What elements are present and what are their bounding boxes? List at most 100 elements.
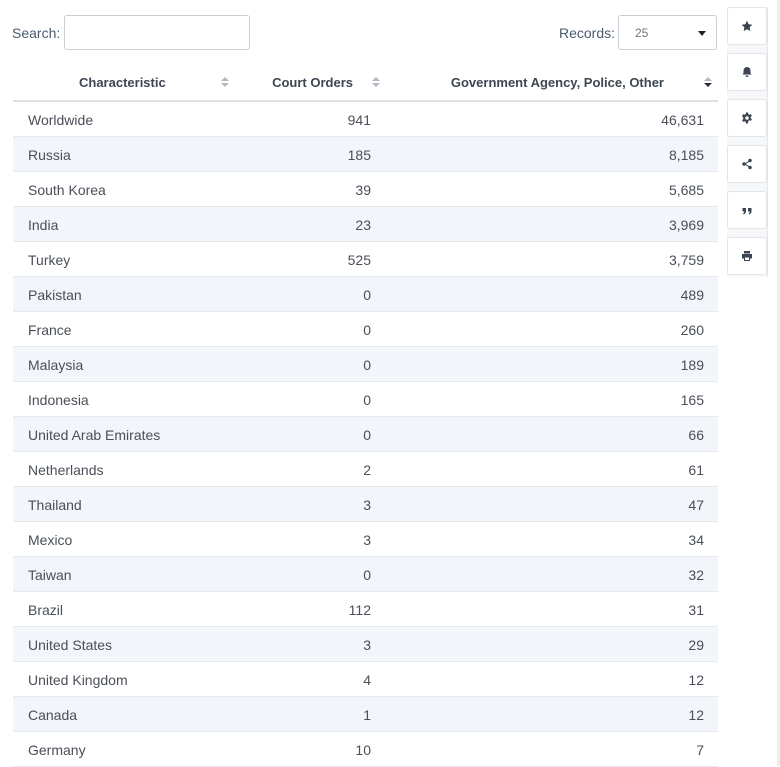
header-court-orders[interactable]: Court Orders xyxy=(272,75,353,90)
share-icon xyxy=(742,158,752,170)
search-label: Search: xyxy=(12,25,61,41)
cell-court-orders: 1 xyxy=(363,707,371,723)
table-row: Canada 1 12 xyxy=(13,697,718,732)
caret-down-icon xyxy=(698,31,706,36)
cell-characteristic: Turkey xyxy=(28,252,71,268)
cell-characteristic: Pakistan xyxy=(28,287,82,303)
cell-court-orders: 0 xyxy=(363,392,371,408)
cell-characteristic: Germany xyxy=(28,742,86,758)
sort-icon[interactable] xyxy=(221,77,229,88)
cell-court-orders: 0 xyxy=(363,322,371,338)
table-header: Characteristic Court Orders Government A… xyxy=(13,66,718,102)
cell-government-agency: 66 xyxy=(688,427,704,443)
table-body: Worldwide 941 46,631 Russia 185 8,185 South Ko… xyxy=(13,102,718,767)
cell-characteristic: Malaysia xyxy=(28,357,84,373)
cell-characteristic: Russia xyxy=(28,147,71,163)
cell-court-orders: 0 xyxy=(363,287,371,303)
cell-government-agency: 34 xyxy=(688,532,704,548)
cell-court-orders: 0 xyxy=(363,567,371,583)
cell-court-orders: 23 xyxy=(355,217,371,233)
cell-government-agency: 46,631 xyxy=(661,112,704,128)
cell-government-agency: 31 xyxy=(688,602,704,618)
cell-characteristic: Worldwide xyxy=(28,112,94,128)
cell-court-orders: 3 xyxy=(363,497,371,513)
table-row: United Arab Emirates 0 66 xyxy=(13,417,718,452)
share-button[interactable] xyxy=(727,145,767,183)
cell-court-orders: 0 xyxy=(363,427,371,443)
records-select[interactable]: 25 xyxy=(618,15,717,50)
settings-button[interactable] xyxy=(727,99,767,137)
cell-court-orders: 10 xyxy=(355,742,371,758)
cell-court-orders: 2 xyxy=(363,462,371,478)
records-value: 25 xyxy=(635,26,649,40)
gear-icon xyxy=(742,112,752,124)
cell-government-agency: 260 xyxy=(680,322,704,338)
table-row: Pakistan 0 489 xyxy=(13,277,718,312)
cell-court-orders: 3 xyxy=(363,637,371,653)
cell-government-agency: 7 xyxy=(696,742,704,758)
table-row: France 0 260 xyxy=(13,312,718,347)
cell-characteristic: India xyxy=(28,217,59,233)
cell-characteristic: Thailand xyxy=(28,497,82,513)
sort-icon[interactable] xyxy=(372,77,380,88)
cell-court-orders: 525 xyxy=(347,252,371,268)
data-table: Characteristic Court Orders Government A… xyxy=(13,66,718,767)
cell-characteristic: Brazil xyxy=(28,602,64,618)
cell-government-agency: 3,969 xyxy=(668,217,704,233)
table-row: Taiwan 0 32 xyxy=(13,557,718,592)
cell-court-orders: 3 xyxy=(363,532,371,548)
cell-characteristic: France xyxy=(28,322,72,338)
star-icon xyxy=(741,20,753,31)
cell-characteristic: Indonesia xyxy=(28,392,89,408)
table-row: Thailand 3 47 xyxy=(13,487,718,522)
cell-characteristic: Canada xyxy=(28,707,78,723)
cell-characteristic: Taiwan xyxy=(28,567,72,583)
table-row: United Kingdom 4 12 xyxy=(13,662,718,697)
table-row: Netherlands 2 61 xyxy=(13,452,718,487)
cell-government-agency: 61 xyxy=(688,462,704,478)
table-row: India 23 3,969 xyxy=(13,207,718,242)
table-row: Germany 10 7 xyxy=(13,732,718,767)
cell-characteristic: Mexico xyxy=(28,532,73,548)
table-row: Russia 185 8,185 xyxy=(13,137,718,172)
bell-icon xyxy=(742,67,752,77)
cell-court-orders: 4 xyxy=(363,672,371,688)
cite-button[interactable] xyxy=(727,191,767,229)
cell-characteristic: United States xyxy=(28,637,113,653)
table-row: Turkey 525 3,759 xyxy=(13,242,718,277)
cell-government-agency: 12 xyxy=(688,672,704,688)
table-row: Mexico 3 34 xyxy=(13,522,718,557)
notification-button[interactable] xyxy=(727,53,767,91)
cell-government-agency: 5,685 xyxy=(668,182,704,198)
cell-government-agency: 29 xyxy=(688,637,704,653)
table-row: United States 3 29 xyxy=(13,627,718,662)
cell-court-orders: 941 xyxy=(347,112,371,128)
cell-court-orders: 0 xyxy=(363,357,371,373)
header-government-agency[interactable]: Government Agency, Police, Other xyxy=(451,75,664,90)
records-label: Records: xyxy=(559,25,616,41)
cell-court-orders: 39 xyxy=(355,182,371,198)
cell-government-agency: 3,759 xyxy=(668,252,704,268)
cell-government-agency: 12 xyxy=(688,707,704,723)
cell-characteristic: South Korea xyxy=(28,182,106,198)
table-row: Malaysia 0 189 xyxy=(13,347,718,382)
side-toolbar xyxy=(727,7,768,277)
sort-desc-icon[interactable] xyxy=(704,77,712,88)
cell-characteristic: United Arab Emirates xyxy=(28,427,161,443)
table-row: Indonesia 0 165 xyxy=(13,382,718,417)
printer-icon xyxy=(742,251,752,261)
print-button[interactable] xyxy=(727,237,767,275)
header-characteristic[interactable]: Characteristic xyxy=(79,75,166,90)
cell-characteristic: United Kingdom xyxy=(28,672,128,688)
search-input[interactable] xyxy=(64,15,250,50)
table-row: Worldwide 941 46,631 xyxy=(13,102,718,137)
table-row: Brazil 112 31 xyxy=(13,592,718,627)
cell-government-agency: 32 xyxy=(688,567,704,583)
cell-government-agency: 8,185 xyxy=(668,147,704,163)
table-row: South Korea 39 5,685 xyxy=(13,172,718,207)
cell-government-agency: 47 xyxy=(688,497,704,513)
cell-court-orders: 185 xyxy=(347,147,371,163)
cell-government-agency: 165 xyxy=(680,392,704,408)
favorite-button[interactable] xyxy=(727,7,767,45)
cell-government-agency: 189 xyxy=(680,357,704,373)
